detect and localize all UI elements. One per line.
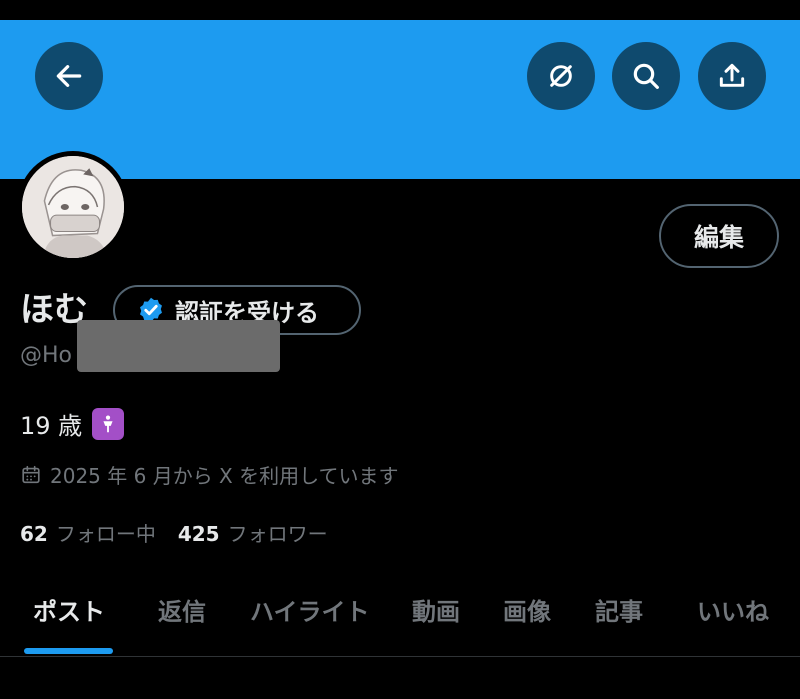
search-button[interactable] <box>612 42 680 110</box>
joined-text: 2025 年 6 月から X を利用しています <box>50 464 399 488</box>
profile-bio: 19 歳 <box>20 406 125 441</box>
back-arrow-icon <box>56 65 82 87</box>
avatar-image <box>22 156 124 258</box>
calendar-icon <box>22 465 40 483</box>
tab-likes[interactable]: いいね <box>697 592 769 627</box>
tab-posts[interactable]: ポスト <box>33 592 105 627</box>
person-standing-emoji-icon <box>92 407 125 440</box>
share-button[interactable] <box>698 42 766 110</box>
active-tab-indicator <box>24 648 113 654</box>
joined-date: 2025 年 6 月から X を利用しています <box>20 460 399 489</box>
status-area <box>0 0 800 20</box>
following-label: フォロー中 <box>55 522 156 546</box>
search-icon <box>633 63 659 89</box>
following-count: 62 <box>20 522 48 546</box>
tab-replies[interactable]: 返信 <box>158 592 206 627</box>
back-button[interactable] <box>35 42 103 110</box>
bio-text: 19 歳 <box>20 412 83 440</box>
followers-label: フォロワー <box>227 522 328 546</box>
profile-tabs: ポスト 返信 ハイライト 動画 画像 記事 いいね <box>0 578 800 657</box>
tab-articles[interactable]: 記事 <box>595 592 643 627</box>
grok-button[interactable] <box>527 42 595 110</box>
follow-stats: 62 フォロー中 425 フォロワー <box>20 518 328 547</box>
followers-link[interactable]: 425 フォロワー <box>178 518 328 547</box>
profile-handle: @Ho <box>20 343 73 368</box>
tab-videos[interactable]: 動画 <box>412 592 460 627</box>
tab-highlights[interactable]: ハイライト <box>250 592 370 627</box>
following-link[interactable]: 62 フォロー中 <box>20 518 156 547</box>
avatar[interactable] <box>17 151 129 263</box>
grok-slash-icon <box>550 65 572 87</box>
tab-images[interactable]: 画像 <box>503 592 551 627</box>
edit-profile-button[interactable]: 編集 <box>659 204 779 268</box>
redaction-box <box>77 320 280 372</box>
share-upload-icon <box>719 63 745 87</box>
profile-banner <box>0 20 800 179</box>
followers-count: 425 <box>177 522 220 546</box>
